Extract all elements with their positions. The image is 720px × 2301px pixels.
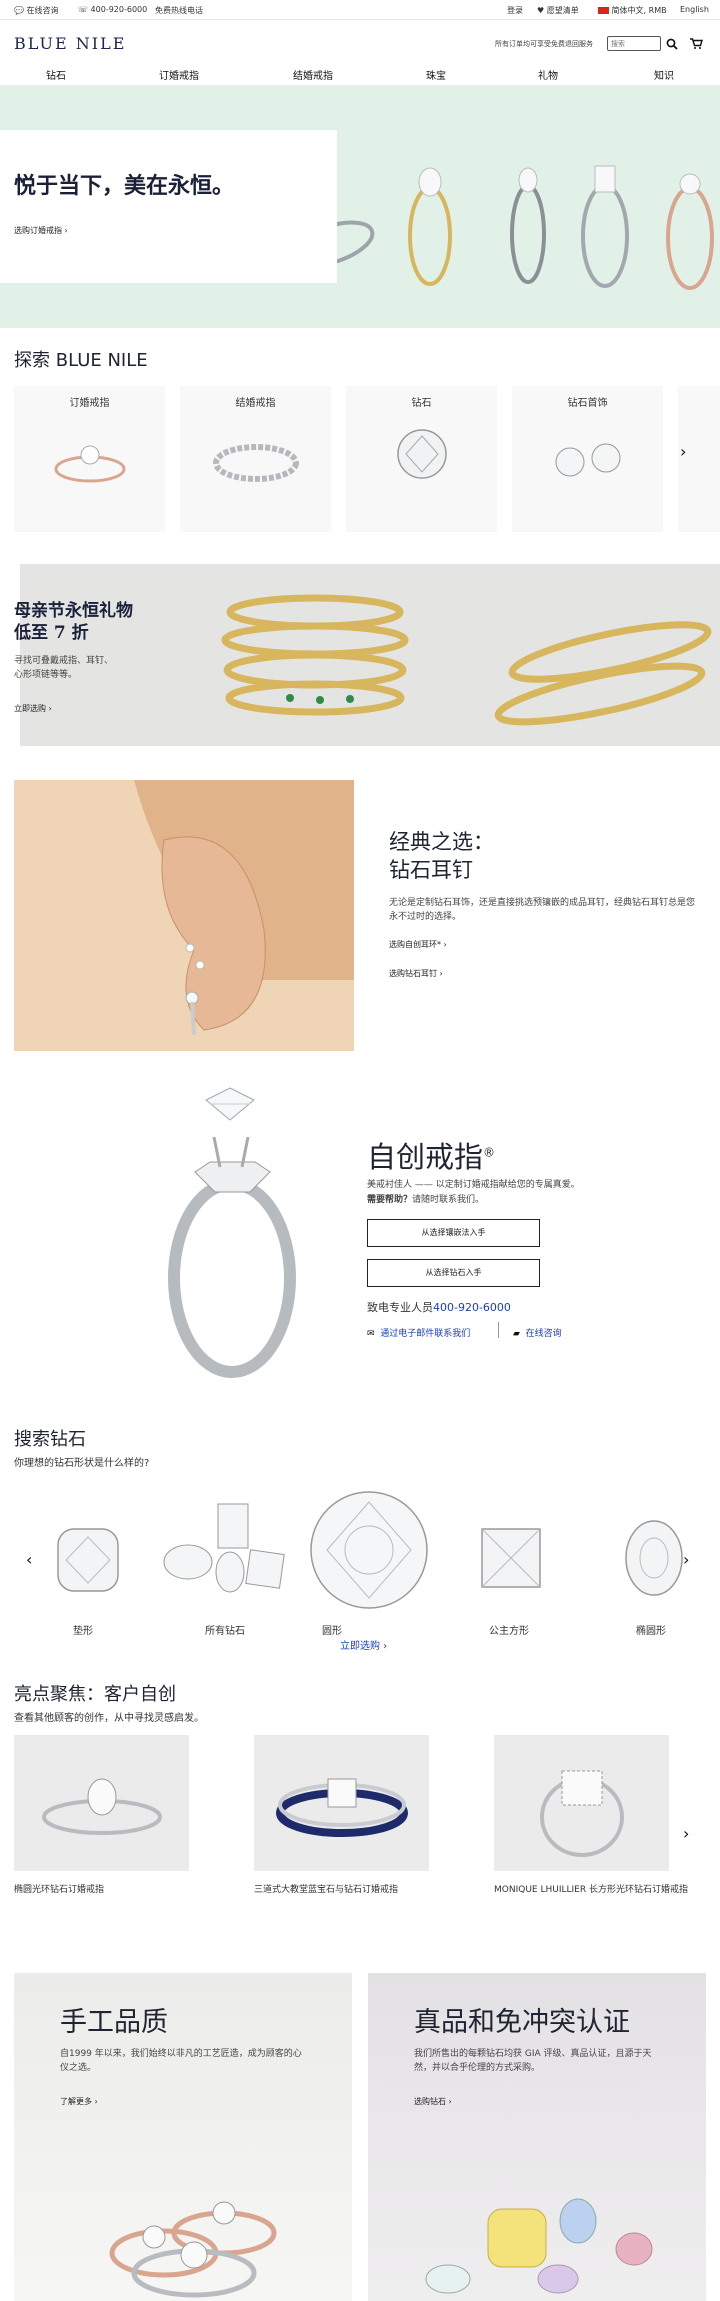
- cushion-diamond-image[interactable]: [55, 1525, 121, 1595]
- mothers-day-banner: 母亲节永恒礼物 低至 7 折 寻找可叠戴戒指、耳钉、 心形项链等等。 立即选购 …: [14, 564, 720, 746]
- chevron-right-icon[interactable]: ›: [683, 1550, 689, 1569]
- search-input[interactable]: 搜索: [607, 36, 661, 51]
- main-nav: 钻石 订婚戒指 结婚戒指 珠宝 礼物 知识: [0, 64, 720, 86]
- envelope-icon: ✉: [367, 1329, 375, 1339]
- blue-nile-logo[interactable]: BLUE NILE: [14, 34, 126, 53]
- email-contact-link[interactable]: ✉ 通过电子邮件联系我们: [367, 1326, 470, 1339]
- gallery-item[interactable]: [254, 1735, 429, 1871]
- colored-diamonds-image: [425, 2198, 653, 2294]
- authenticity-panel: 真品和免冲突认证 我们所售出的每颗钻石均获 GIA 评级、真品认证，且源于天然，…: [368, 1973, 706, 2301]
- gallery-caption[interactable]: 椭圆光环钻石订婚戒指: [14, 1882, 104, 1895]
- top-utility-bar: 💬 在线咨询 ☏ 400-920-6000 免费热线电话 登录 ♥ 愿望清单 简…: [0, 0, 720, 20]
- nav-item-diamonds[interactable]: 钻石: [46, 67, 66, 82]
- hero-card: 悦于当下，美在永恒。 选购订婚戒指 ›: [0, 130, 337, 283]
- category-card-wedding[interactable]: 结婚戒指: [180, 386, 331, 532]
- round-brilliant-diamond-image[interactable]: [307, 1488, 431, 1612]
- promo-desc: 寻找可叠戴戒指、耳钉、 心形项链等等。: [14, 656, 114, 680]
- gallery-caption[interactable]: 三道式大教堂蓝宝石与钻石订婚戒指: [254, 1882, 398, 1895]
- shape-label-all[interactable]: 所有钻石: [205, 1622, 245, 1637]
- promo-title: 母亲节永恒礼物 低至 7 折: [14, 601, 133, 643]
- category-card-engagement[interactable]: 订婚戒指: [14, 386, 165, 532]
- phone-link[interactable]: ☏ 400-920-6000: [78, 5, 147, 14]
- princess-diamond-image[interactable]: [479, 1526, 543, 1592]
- spotlight-title: 亮点聚焦：客户自创: [14, 1684, 176, 1705]
- round-diamond-image: [397, 429, 447, 479]
- nav-item-wedding[interactable]: 结婚戒指: [293, 67, 333, 82]
- custom-ring-image: [168, 1087, 296, 1378]
- rose-gold-ring-image: [54, 445, 126, 483]
- hero-rings-image: [289, 165, 714, 290]
- learn-more-link[interactable]: 了解更多 ›: [60, 2096, 98, 2107]
- eternity-band-image: [213, 444, 299, 482]
- category-card-diamonds[interactable]: 钻石: [346, 386, 497, 532]
- chevron-right-icon[interactable]: ›: [683, 1824, 689, 1843]
- wishlist-link[interactable]: ♥ 愿望清单: [537, 5, 579, 16]
- help-text: 需要帮助？请随时联系我们。: [367, 1195, 485, 1205]
- emerald-halo-ring-image: [540, 1770, 624, 1857]
- custom-ring-desc: 美戒衬佳人 —— 以定制订婚戒指献给您的专属真爱。: [367, 1180, 580, 1190]
- shop-diamonds-link[interactable]: 选购钻石 ›: [414, 2096, 452, 2107]
- search-diamonds-subtitle: 你理想的钻石形状是什么样的?: [14, 1458, 150, 1469]
- stud-earrings-image: [555, 443, 621, 477]
- explore-title: 探索 BLUE NILE: [14, 350, 148, 371]
- authentic-title: 真品和免冲突认证: [414, 2007, 630, 2038]
- shape-label-cushion[interactable]: 垫形: [73, 1622, 93, 1637]
- gallery-item[interactable]: [14, 1735, 189, 1871]
- login-link[interactable]: 登录: [507, 5, 523, 16]
- custom-ring-title: 自创戒指®: [367, 1140, 496, 1174]
- chat-contact-link[interactable]: ▰ 在线咨询: [513, 1326, 562, 1339]
- cart-icon[interactable]: [690, 38, 703, 49]
- nav-item-gifts[interactable]: 礼物: [538, 67, 558, 82]
- free-return-text: 所有订单均可享受免费退回服务: [495, 40, 593, 48]
- shop-diamond-studs-link[interactable]: 选购钻石耳钉 ›: [389, 968, 443, 979]
- divider: [498, 1322, 499, 1338]
- assorted-diamonds-image[interactable]: [160, 1500, 300, 1605]
- start-with-diamond-button[interactable]: 从选择钻石入手: [367, 1259, 540, 1287]
- gold-rings-stack-image: [221, 594, 712, 726]
- shape-label-princess[interactable]: 公主方形: [489, 1622, 529, 1637]
- english-link[interactable]: English: [680, 5, 709, 14]
- hero-cta-link[interactable]: 选购订婚戒指 ›: [14, 225, 68, 236]
- start-with-setting-button[interactable]: 从选择镶嵌法入手: [367, 1219, 540, 1247]
- chat-bubble-icon: ▰: [513, 1329, 520, 1339]
- free-hotline-text: 免费热线电话: [155, 6, 203, 15]
- language-selector[interactable]: 简体中文, RMB: [598, 5, 667, 16]
- shop-now-link[interactable]: 立即选购 ›: [340, 1637, 387, 1652]
- category-card-diamond-jewelry[interactable]: 钻石首饰: [512, 386, 663, 532]
- authentic-desc: 我们所售出的每颗钻石均获 GIA 评级、真品认证，且源于天然，并以合乎伦理的方式…: [414, 2049, 652, 2073]
- oval-halo-ring-image: [42, 1778, 162, 1835]
- chevron-right-icon[interactable]: ›: [680, 442, 686, 461]
- sapphire-ring-image: [276, 1778, 408, 1837]
- promo-shop-link[interactable]: 立即选购 ›: [14, 703, 52, 714]
- search-diamonds-title: 搜索钻石: [14, 1429, 86, 1450]
- rose-gold-rings-image: [109, 2201, 277, 2298]
- craft-desc: 自1999 年以来，我们始终以非凡的工艺匠造，成为顾客的心仪之选。: [60, 2049, 302, 2073]
- nav-item-education[interactable]: 知识: [654, 67, 674, 82]
- gallery-item[interactable]: [494, 1735, 669, 1871]
- earrings-desc: 无论是定制钻石耳饰，还是直接挑选预镶嵌的成品耳钉，经典钻石耳钉总是您永不过时的选…: [389, 898, 696, 922]
- chevron-left-icon[interactable]: ‹: [26, 1550, 32, 1569]
- oval-diamond-image[interactable]: [622, 1518, 686, 1598]
- hero-title: 悦于当下，美在永恒。: [14, 173, 235, 199]
- nav-item-jewelry[interactable]: 珠宝: [426, 67, 446, 82]
- expert-phone-link[interactable]: 400-920-6000: [433, 1301, 511, 1314]
- earrings-title: 经典之选： 钻石耳钉: [389, 830, 494, 882]
- shape-label-round[interactable]: 圆形: [322, 1622, 342, 1637]
- shape-label-oval[interactable]: 椭圆形: [636, 1622, 666, 1637]
- call-expert-text: 致电专业人员400-920-6000: [367, 1301, 511, 1314]
- online-chat-link[interactable]: 💬 在线咨询: [14, 5, 59, 16]
- ear-earrings-image: [14, 780, 354, 1051]
- craftsmanship-panel: 手工品质 自1999 年以来，我们始终以非凡的工艺匠造，成为顾客的心仪之选。 了…: [14, 1973, 352, 2301]
- search-icon[interactable]: [666, 38, 678, 50]
- china-flag-icon: [598, 7, 609, 14]
- spotlight-subtitle: 查看其他顾客的创作，从中寻找灵感启发。: [14, 1713, 204, 1724]
- nav-item-engagement[interactable]: 订婚戒指: [159, 67, 199, 82]
- shop-custom-earrings-link[interactable]: 选购自创耳环* ›: [389, 939, 447, 950]
- craft-title: 手工品质: [60, 2007, 168, 2038]
- gallery-caption[interactable]: MONIQUE LHUILLIER 长方形光环钻石订婚戒指: [494, 1882, 688, 1895]
